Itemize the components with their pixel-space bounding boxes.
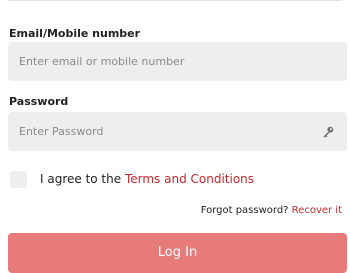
terms-checkbox[interactable] [10, 171, 27, 188]
top-divider [8, 0, 342, 1]
email-label: Email/Mobile number [9, 27, 141, 40]
recover-link[interactable]: Recover it [292, 205, 342, 216]
terms-text: I agree to the [40, 172, 125, 186]
password-label: Password [9, 95, 69, 108]
email-input[interactable] [8, 42, 347, 81]
login-button[interactable]: Log In [8, 233, 347, 273]
forgot-password: Forgot password? Recover it [201, 205, 342, 216]
key-icon[interactable] [321, 125, 335, 139]
terms-agreement: I agree to the Terms and Conditions [40, 172, 254, 186]
forgot-text: Forgot password? [200, 205, 292, 216]
password-input[interactable] [8, 112, 347, 151]
terms-link[interactable]: Terms and Conditions [125, 172, 254, 186]
